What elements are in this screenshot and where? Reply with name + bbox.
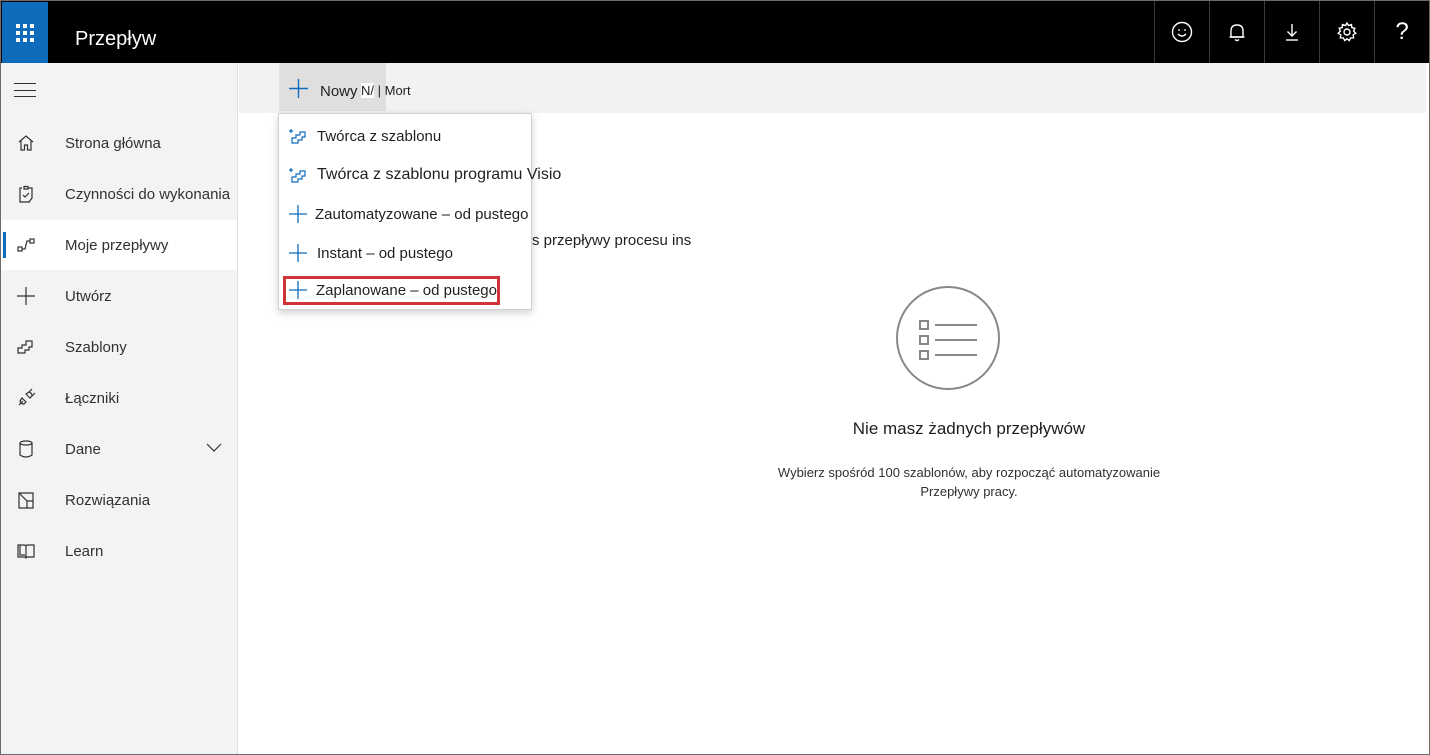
plus-icon (289, 244, 307, 262)
sidebar-item-connectors[interactable]: Łączniki (1, 373, 237, 423)
template-builder-icon (289, 127, 307, 145)
smiley-icon (1171, 21, 1193, 43)
empty-list-icon (896, 286, 1000, 390)
command-bar-mort-text: | Mort (377, 83, 411, 98)
plus-icon (289, 281, 307, 299)
database-icon (16, 439, 36, 459)
clipboard-icon (16, 184, 36, 204)
plus-icon (16, 286, 36, 306)
menu-item-label: Instant – od pustego (317, 244, 453, 262)
menu-item-label: Twórca z szablonu programu Visio (317, 166, 562, 183)
sidebar-item-label: Łączniki (65, 389, 120, 407)
settings-button[interactable] (1319, 1, 1374, 63)
flow-icon (16, 235, 36, 255)
menu-item-label: Zaplanowane – od pustego (316, 282, 497, 299)
sidebar-item-label: Czynności do wykonania (65, 185, 231, 203)
sidebar-item-create[interactable]: Utwórz (1, 271, 237, 321)
sidebar-item-label: Utwórz (65, 287, 112, 305)
sidebar-item-label: Learn (65, 542, 104, 560)
template-builder-icon (289, 166, 307, 184)
sidebar-item-my-flows[interactable]: Moje przepływy (1, 220, 237, 270)
plus-icon (289, 79, 308, 98)
menu-item-instant-blank[interactable]: Instant – od pustego (279, 234, 531, 272)
chevron-down-icon[interactable] (205, 441, 223, 453)
app-window: Przepływ ? Strona główna Czynności do wy… (0, 0, 1430, 755)
download-button[interactable] (1264, 1, 1319, 63)
app-title: Przepływ (75, 28, 157, 50)
waffle-icon (16, 24, 34, 42)
home-icon (16, 133, 36, 153)
sidebar-item-label: Strona główna (65, 134, 161, 152)
app-launcher-button[interactable] (2, 2, 48, 64)
help-icon: ? (1395, 18, 1409, 45)
sidebar-item-home[interactable]: Strona główna (1, 118, 237, 168)
top-bar: Przepływ ? (1, 1, 1429, 64)
plus-icon (289, 205, 307, 223)
new-flow-dropdown-menu: Twórca z szablonu Twórca z szablonu prog… (278, 113, 561, 310)
empty-state-title: Nie masz żadnych przepływów (852, 419, 1086, 438)
sidebar-item-learn[interactable]: Learn (1, 526, 237, 576)
top-actions: ? (1154, 1, 1429, 63)
partially-hidden-text: s przepływy procesu ins (532, 232, 692, 249)
connector-icon (16, 388, 36, 408)
sidebar-item-label: Dane (65, 440, 101, 458)
sidebar-item-action-items[interactable]: Czynności do wykonania (1, 169, 237, 219)
empty-state-line-2: Przepływy pracy. (920, 484, 1018, 499)
command-bar-n-text: N/ (361, 83, 374, 98)
menu-item-template-builder[interactable]: Twórca z szablonu (279, 117, 531, 155)
book-icon (16, 541, 36, 561)
sidebar-item-templates[interactable]: Szablony (1, 322, 237, 372)
command-bar: Nowy N/ | Mort (239, 63, 1426, 113)
sidebar-item-label: Rozwiązania (65, 491, 151, 509)
sidebar-item-solutions[interactable]: Rozwiązania (1, 475, 237, 525)
menu-item-label: Twórca z szablonu (317, 127, 442, 145)
gear-icon (1337, 21, 1357, 42)
menu-item-automated-blank[interactable]: Zautomatyzowane – od pustego (279, 195, 531, 233)
command-bar-extra-text: N/ | Mort (361, 83, 411, 98)
new-flow-label: Nowy (320, 83, 358, 100)
menu-item-label: Zautomatyzowane – od pustego (315, 205, 529, 223)
bell-icon (1229, 24, 1245, 42)
menu-item-visio-template-builder[interactable]: Twórca z szablonu programu Visio (279, 156, 561, 194)
sidebar-item-label: Szablony (65, 338, 127, 356)
notifications-button[interactable] (1209, 1, 1264, 63)
template-icon (16, 337, 36, 357)
help-button[interactable]: ? (1374, 1, 1429, 63)
sidebar-item-label: Moje przepływy (65, 236, 169, 254)
menu-item-scheduled-blank[interactable]: Zaplanowane – od pustego (283, 276, 500, 305)
sidebar: Strona główna Czynności do wykonania Moj… (1, 63, 238, 754)
sidebar-item-data[interactable]: Dane (1, 424, 237, 474)
download-icon (1286, 24, 1298, 41)
empty-state-description: Wybierz spośród 100 szablonów, aby rozpo… (749, 463, 1189, 501)
empty-state-line-1: Wybierz spośród 100 szablonów, aby rozpo… (777, 465, 1161, 480)
hamburger-menu-icon[interactable] (14, 83, 36, 97)
solutions-icon (16, 490, 36, 510)
feedback-button[interactable] (1154, 1, 1209, 63)
